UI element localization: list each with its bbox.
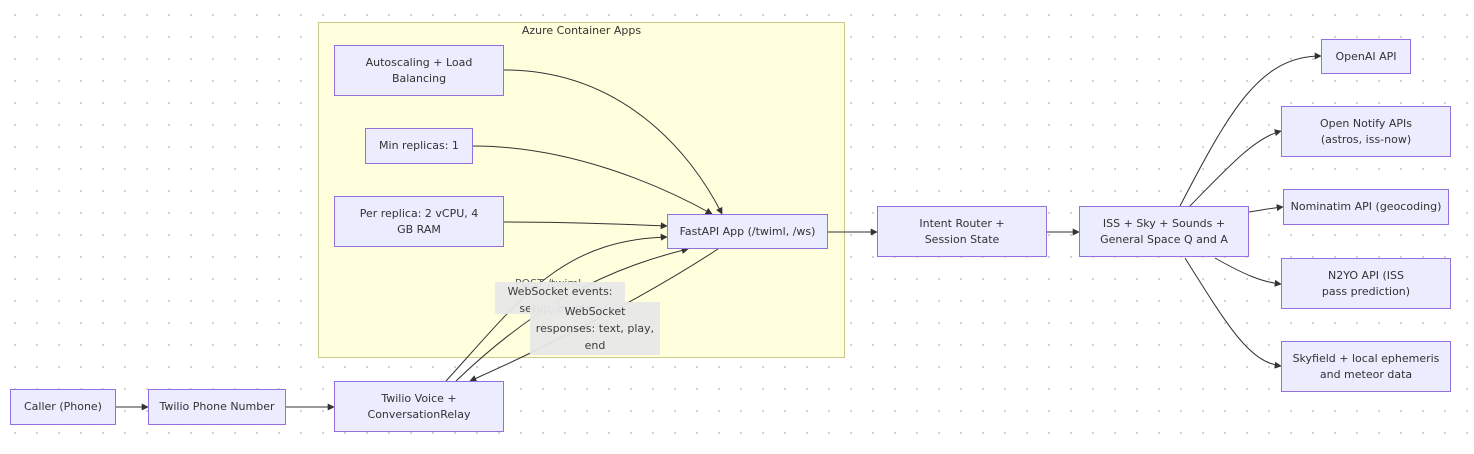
node-label: Twilio Voice + ConversationRelay <box>367 391 471 421</box>
caller-phone-node[interactable]: Caller (Phone) <box>10 389 116 425</box>
edge-iss-sky-to-open-notify <box>1189 129 1282 207</box>
edge-iss-sky-to-skyfield <box>1184 257 1282 369</box>
node-label: Nominatim API (geocoding) <box>1290 200 1442 213</box>
node-label: Skyfield + local ephemeris and meteor da… <box>1292 351 1440 381</box>
node-label: OpenAI API <box>1335 49 1397 63</box>
node-label: Open Notify APIs (astros, iss-now) <box>1319 116 1413 146</box>
openai-api-node[interactable]: OpenAI API <box>1321 39 1411 74</box>
node-label: Per replica: 2 vCPU, 4 GB RAM <box>359 206 479 236</box>
autoscaling-node[interactable]: Autoscaling + Load Balancing <box>334 45 504 96</box>
edge-iss-sky-to-n2yo <box>1214 257 1282 287</box>
per-replica-node[interactable]: Per replica: 2 vCPU, 4 GB RAM <box>334 196 504 247</box>
edge-autoscaling-to-fastapi <box>503 69 723 215</box>
n2yo-api-node[interactable]: N2YO API (ISS pass prediction) <box>1281 258 1451 309</box>
edge-iss-sky-to-nominatim <box>1248 204 1284 213</box>
open-notify-node[interactable]: Open Notify APIs (astros, iss-now) <box>1281 106 1451 157</box>
node-label: Twilio Phone Number <box>159 400 275 413</box>
fastapi-app-node[interactable]: FastAPI App (/twiml, /ws) <box>667 214 828 249</box>
node-label: FastAPI App (/twiml, /ws) <box>679 224 816 238</box>
iss-sky-sounds-node[interactable]: ISS + Sky + Sounds + General Space Q and… <box>1079 206 1249 257</box>
skyfield-node[interactable]: Skyfield + local ephemeris and meteor da… <box>1281 341 1451 392</box>
flowchart-canvas: Azure Container Apps Caller (Phone) Twil… <box>0 0 1474 454</box>
edge-per-replica-to-fastapi <box>503 221 668 230</box>
nominatim-api-node[interactable]: Nominatim API (geocoding) <box>1283 189 1449 225</box>
node-label: Min replicas: 1 <box>379 139 459 152</box>
min-replicas-node[interactable]: Min replicas: 1 <box>365 128 473 164</box>
node-label: Autoscaling + Load Balancing <box>365 55 473 85</box>
twilio-phone-number-node[interactable]: Twilio Phone Number <box>148 389 286 425</box>
intent-router-node[interactable]: Intent Router + Session State <box>877 206 1047 257</box>
node-label: ISS + Sky + Sounds + General Space Q and… <box>1100 216 1228 246</box>
node-label: Intent Router + Session State <box>919 216 1005 246</box>
edge-min-replicas-to-fastapi <box>472 145 713 215</box>
edge-label-websocket-responses: WebSocket responses: text, play, end <box>530 302 660 355</box>
node-label: N2YO API (ISS pass prediction) <box>1321 268 1411 298</box>
node-label: Caller (Phone) <box>24 400 102 413</box>
twilio-voice-node[interactable]: Twilio Voice + ConversationRelay <box>334 381 504 432</box>
